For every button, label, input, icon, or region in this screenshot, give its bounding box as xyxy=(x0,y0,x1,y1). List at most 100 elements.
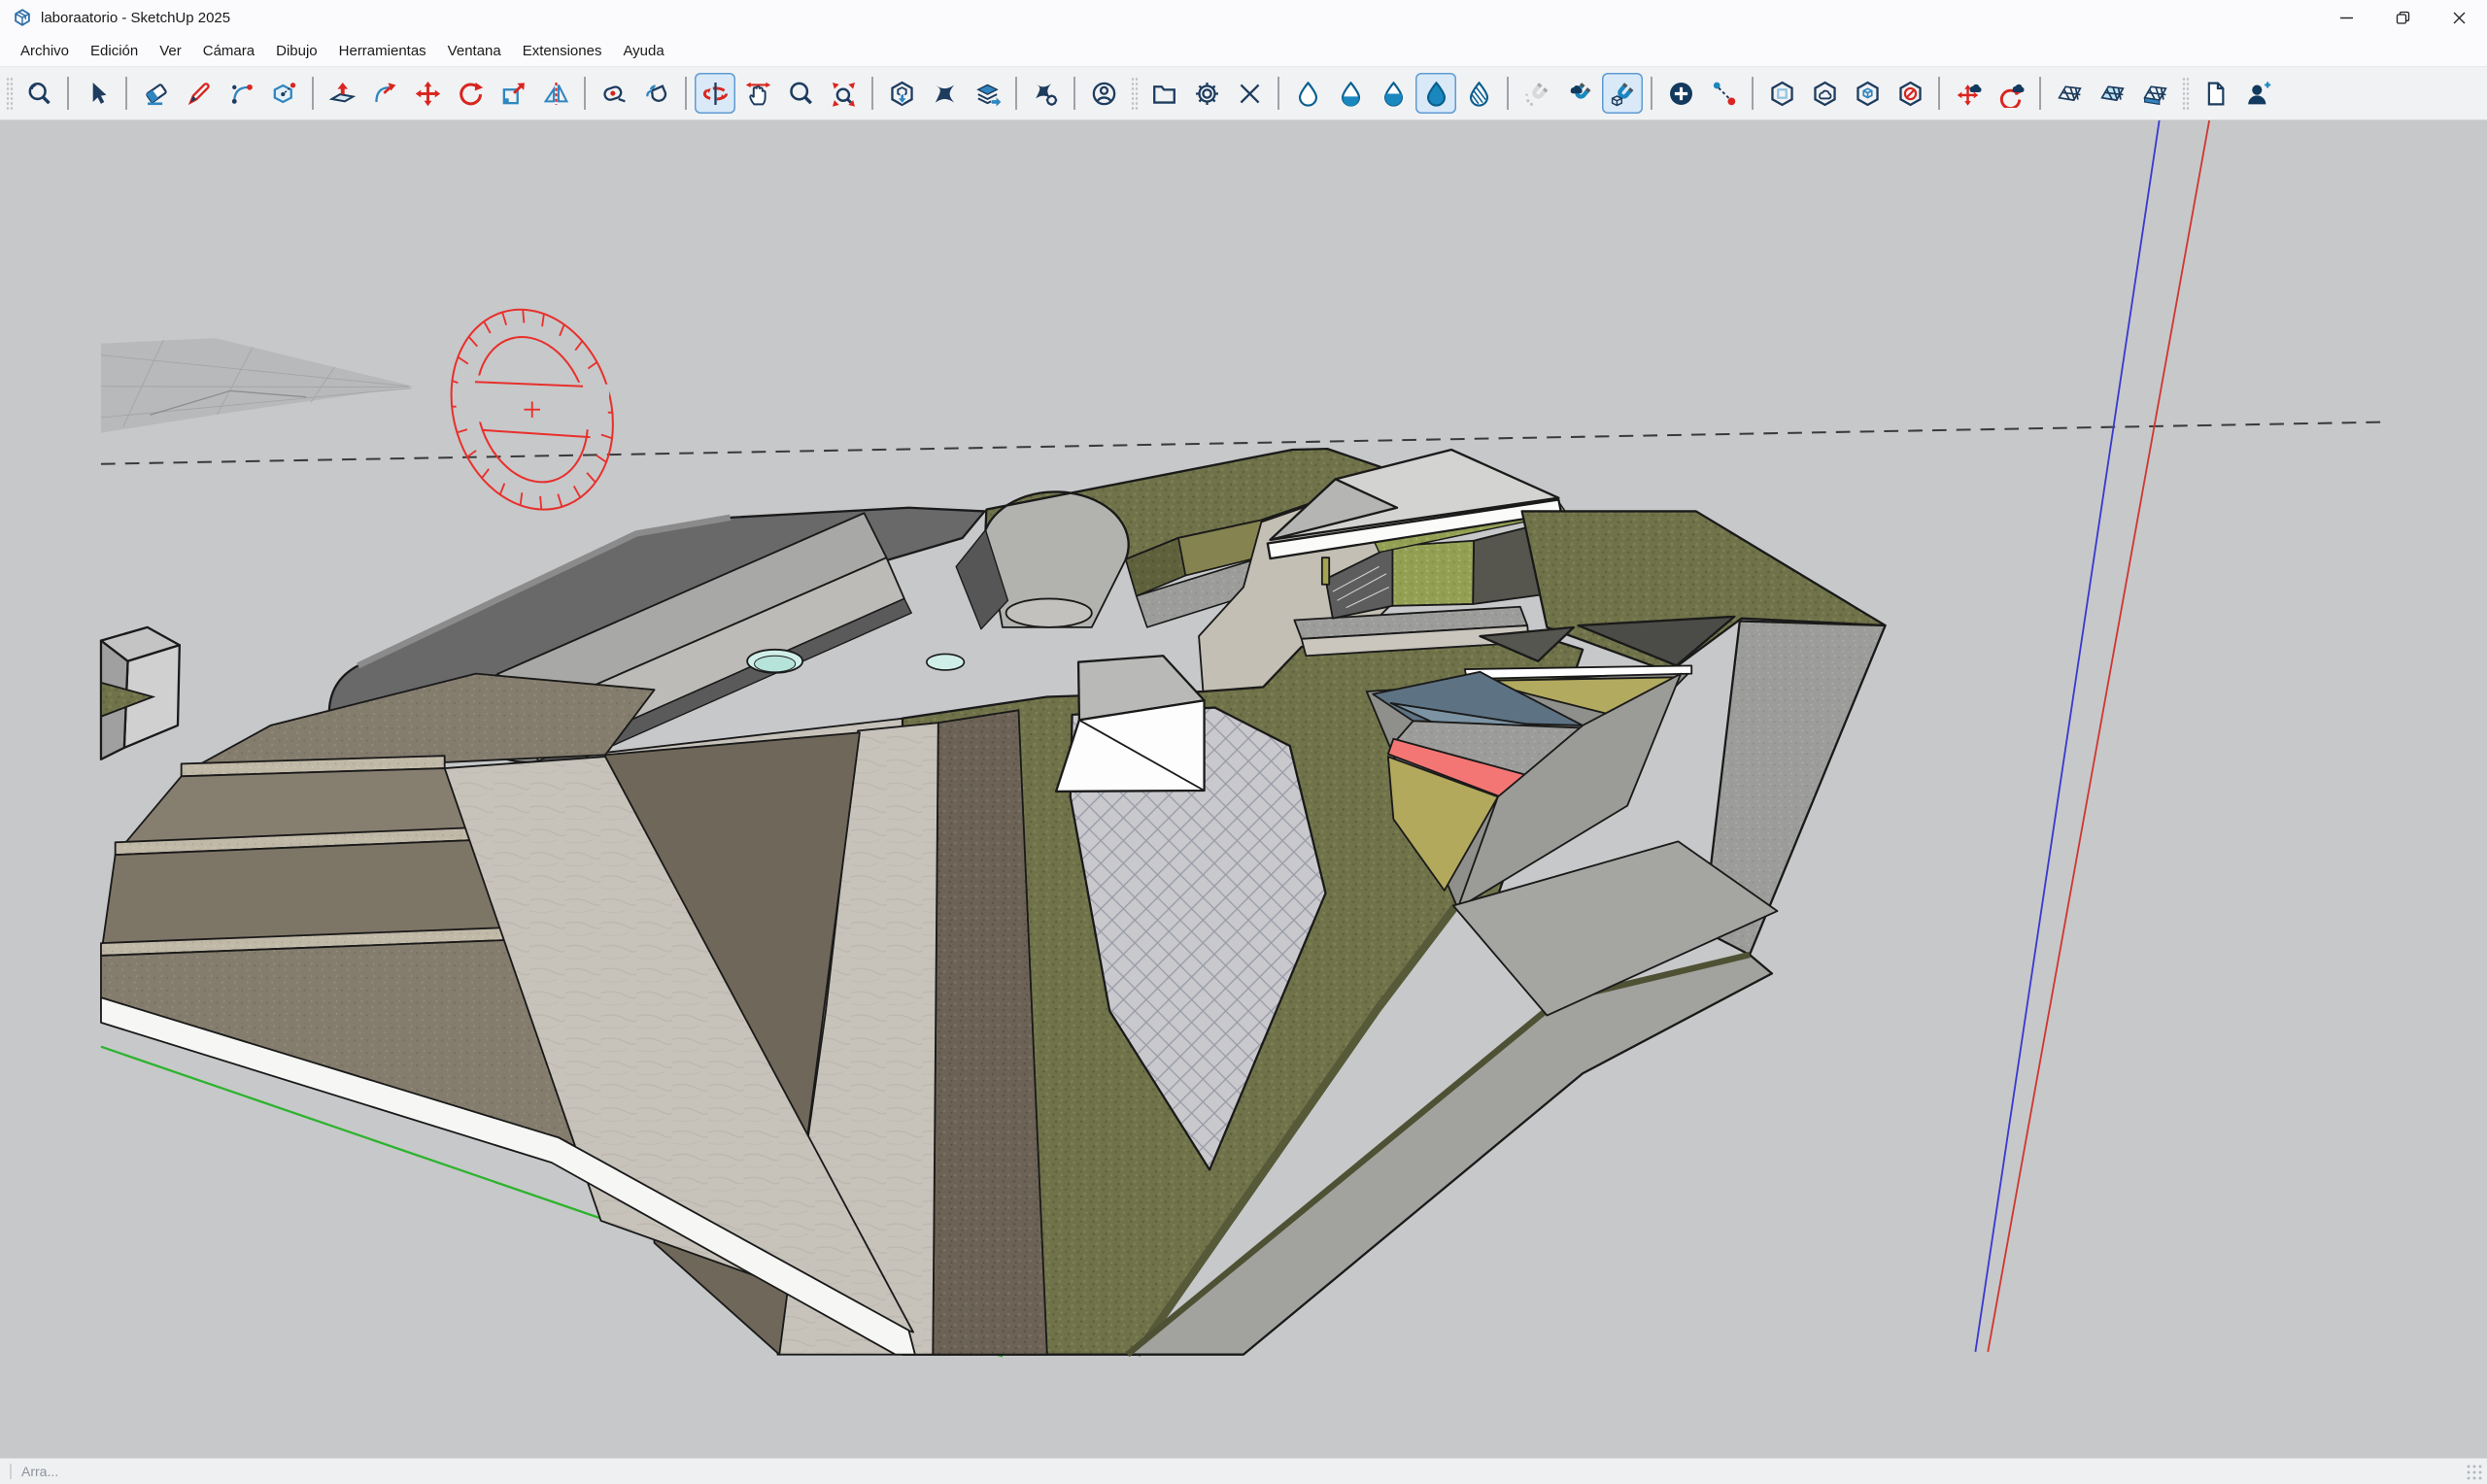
move-icon xyxy=(414,80,442,108)
hex-model-icon xyxy=(1854,80,1882,108)
mesh-shaded-icon xyxy=(2098,80,2127,108)
minimize-icon xyxy=(2339,11,2354,25)
toolbar-separator xyxy=(685,77,687,110)
menu-item-archivo[interactable]: Archivo xyxy=(10,36,80,66)
hex-cloud-icon xyxy=(1811,80,1839,108)
mesh-shaded-button[interactable] xyxy=(2092,73,2132,114)
toolbar-separator xyxy=(871,77,873,110)
resize-grip[interactable] xyxy=(2466,1464,2483,1481)
toolbar-drag-handle[interactable] xyxy=(1131,77,1139,110)
menu-item-extensiones[interactable]: Extensiones xyxy=(512,36,613,66)
add-circle-button[interactable] xyxy=(1660,73,1701,114)
toolbar-drag-handle[interactable] xyxy=(2182,77,2190,110)
push-pull-icon xyxy=(328,80,357,108)
extension-warehouse-button[interactable] xyxy=(924,73,965,114)
select-arrow-button[interactable] xyxy=(77,73,118,114)
drop-half-icon xyxy=(1380,80,1408,108)
extension-manager-button[interactable] xyxy=(1025,73,1066,114)
minimize-button[interactable] xyxy=(2318,0,2374,35)
mesh-wire-button[interactable] xyxy=(2049,73,2090,114)
account-button[interactable] xyxy=(1083,73,1124,114)
status-message: Arra... xyxy=(21,1464,58,1479)
arc-button[interactable] xyxy=(221,73,261,114)
close-x-button[interactable] xyxy=(1229,73,1270,114)
close-x-icon xyxy=(1236,80,1264,108)
shapes-button[interactable] xyxy=(263,73,304,114)
toolbar-separator xyxy=(1015,77,1017,110)
select-arrow-icon xyxy=(84,80,112,108)
sketchup-logo-icon xyxy=(12,7,33,28)
menu-item-dibujo[interactable]: Dibujo xyxy=(265,36,328,66)
push-pull-button[interactable] xyxy=(322,73,362,114)
gear-icon xyxy=(1193,80,1221,108)
zoom-button[interactable] xyxy=(780,73,821,114)
follow-me-button[interactable] xyxy=(364,73,405,114)
drop-quarter-button[interactable] xyxy=(1330,73,1371,114)
gear-button[interactable] xyxy=(1186,73,1227,114)
white-box xyxy=(1056,656,1205,792)
pan-button[interactable] xyxy=(737,73,778,114)
extension-warehouse-icon xyxy=(931,80,959,108)
move-button[interactable] xyxy=(407,73,448,114)
toolbar-separator xyxy=(584,77,586,110)
warehouse-download-icon xyxy=(888,80,916,108)
close-button[interactable] xyxy=(2431,0,2487,35)
pencil-button[interactable] xyxy=(178,73,219,114)
orbit-button[interactable] xyxy=(695,73,735,114)
scale-button[interactable] xyxy=(493,73,533,114)
toolbar-drag-handle[interactable] xyxy=(6,77,14,110)
add-person-icon xyxy=(2244,80,2272,108)
magnet-model-button[interactable] xyxy=(1602,73,1643,114)
pencil-icon xyxy=(185,80,213,108)
status-separator xyxy=(10,1464,12,1479)
drop-half-button[interactable] xyxy=(1373,73,1414,114)
zoom-extents-button[interactable] xyxy=(823,73,864,114)
magnet-dots-button xyxy=(1516,73,1557,114)
paint-bucket-button[interactable] xyxy=(636,73,677,114)
toolbar xyxy=(0,67,2487,120)
mesh-solid-button[interactable] xyxy=(2134,73,2175,114)
arc-icon xyxy=(227,80,256,108)
new-document-button[interactable] xyxy=(2195,73,2235,114)
hex-ban-button[interactable] xyxy=(1890,73,1930,114)
follow-me-icon xyxy=(371,80,399,108)
window-title: laboraatorio - SketchUp 2025 xyxy=(41,10,230,26)
drop-empty-button[interactable] xyxy=(1287,73,1328,114)
drop-full-icon xyxy=(1422,80,1450,108)
add-person-button[interactable] xyxy=(2237,73,2278,114)
orbit-icon xyxy=(701,80,730,108)
menu-item-camara[interactable]: Cámara xyxy=(192,36,265,66)
share-model-button[interactable] xyxy=(967,73,1007,114)
rotate-icon xyxy=(457,80,485,108)
search-button[interactable] xyxy=(18,73,59,114)
magnet-cloud-icon xyxy=(1566,80,1594,108)
toolbar-separator xyxy=(67,77,69,110)
hex-model-button[interactable] xyxy=(1847,73,1888,114)
warehouse-download-button[interactable] xyxy=(881,73,922,114)
menu-item-ver[interactable]: Ver xyxy=(149,36,192,66)
leader-line-button[interactable] xyxy=(1703,73,1744,114)
rotate-button[interactable] xyxy=(450,73,491,114)
tape-measure-button[interactable] xyxy=(594,73,634,114)
menu-item-ayuda[interactable]: Ayuda xyxy=(612,36,674,66)
move-cloud-button[interactable] xyxy=(1948,73,1989,114)
magnet-dots-icon xyxy=(1523,80,1551,108)
magnet-cloud-button[interactable] xyxy=(1559,73,1600,114)
scale-icon xyxy=(499,80,528,108)
toolbar-separator xyxy=(1507,77,1509,110)
restore-button[interactable] xyxy=(2374,0,2431,35)
flip-icon xyxy=(542,80,570,108)
eraser-button[interactable] xyxy=(135,73,176,114)
hex-square-button[interactable] xyxy=(1761,73,1802,114)
hex-cloud-button[interactable] xyxy=(1804,73,1845,114)
folder-button[interactable] xyxy=(1143,73,1184,114)
drop-full-button[interactable] xyxy=(1415,73,1456,114)
menu-item-ventana[interactable]: Ventana xyxy=(437,36,512,66)
flip-button[interactable] xyxy=(535,73,576,114)
model-viewport[interactable] xyxy=(0,120,2487,1458)
rotate-cloud-button[interactable] xyxy=(1991,73,2031,114)
drop-hatched-button[interactable] xyxy=(1458,73,1499,114)
menu-item-edicion[interactable]: Edición xyxy=(80,36,149,66)
menu-item-herramientas[interactable]: Herramientas xyxy=(328,36,437,66)
toolbar-separator xyxy=(1278,77,1279,110)
